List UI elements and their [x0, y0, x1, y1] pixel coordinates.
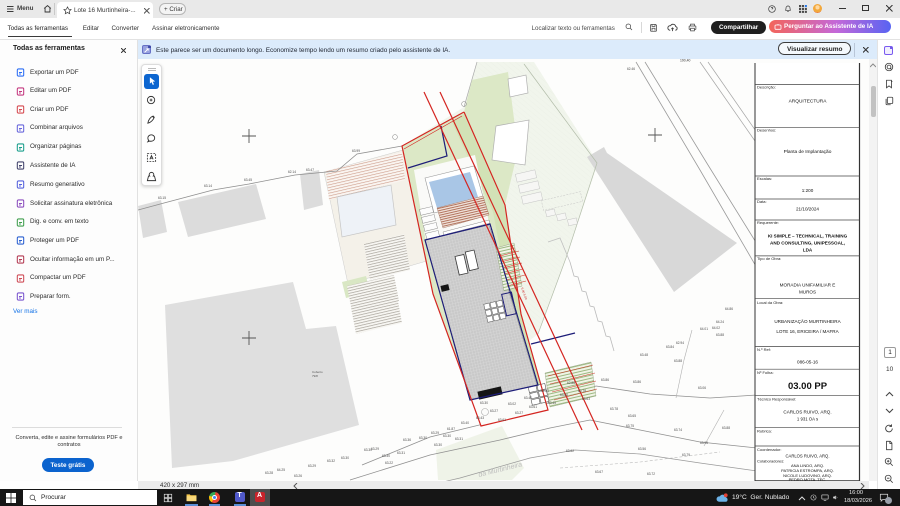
svg-text:64.01: 64.01	[700, 327, 708, 331]
svg-text:63.40: 63.40	[524, 396, 532, 400]
svg-text:63.67: 63.67	[595, 470, 603, 474]
svg-text:60.78: 60.78	[578, 389, 586, 393]
svg-text:CARLOS RUIVO, ARQ.: CARLOS RUIVO, ARQ.	[783, 410, 831, 415]
svg-text:086-05-16: 086-05-16	[797, 360, 818, 365]
svg-text:63.27: 63.27	[515, 411, 523, 415]
svg-text:63.28: 63.28	[265, 471, 273, 475]
svg-text:63.99: 63.99	[352, 149, 360, 153]
svg-text:1 931 OA s: 1 931 OA s	[797, 417, 818, 422]
svg-text:63.75: 63.75	[626, 424, 634, 428]
svg-text:63.96: 63.96	[700, 441, 708, 445]
svg-text:64.86: 64.86	[725, 307, 733, 311]
svg-text:63.61: 63.61	[529, 405, 537, 409]
svg-text:URBANIZAÇÃO MURTINHEIRA: URBANIZAÇÃO MURTINHEIRA	[774, 318, 841, 324]
svg-text:63.30: 63.30	[419, 436, 427, 440]
svg-text:AND CONSULTING, UNIPESSOAL,: AND CONSULTING, UNIPESSOAL,	[770, 241, 845, 246]
svg-text:64.02: 64.02	[712, 326, 720, 330]
svg-text:1:200: 1:200	[802, 188, 814, 193]
svg-text:Local da Obra:: Local da Obra:	[757, 300, 783, 305]
svg-text:63.30: 63.30	[341, 456, 349, 460]
svg-text:N.º Ref:: N.º Ref:	[757, 347, 771, 352]
svg-text:63.47: 63.47	[306, 168, 314, 172]
svg-text:CARLOS RUIVO, ARQ.: CARLOS RUIVO, ARQ.	[786, 454, 830, 459]
svg-text:Colaboradores:: Colaboradores:	[757, 459, 784, 464]
svg-text:63.22: 63.22	[385, 461, 393, 465]
svg-text:63.78: 63.78	[610, 407, 618, 411]
svg-text:63.40: 63.40	[461, 421, 469, 425]
svg-text:63.32: 63.32	[327, 459, 335, 463]
svg-text:63.30: 63.30	[480, 401, 488, 405]
svg-text:63.43: 63.43	[476, 416, 484, 420]
svg-text:63.29: 63.29	[431, 431, 439, 435]
svg-text:63.31: 63.31	[455, 437, 463, 441]
svg-text:62.14: 62.14	[288, 170, 296, 174]
svg-text:63.30: 63.30	[382, 454, 390, 458]
svg-text:63.02: 63.02	[508, 402, 516, 406]
svg-text:MUROS: MUROS	[799, 290, 816, 295]
svg-text:63.72: 63.72	[647, 472, 655, 476]
svg-text:63.45: 63.45	[244, 178, 252, 182]
svg-text:Rubrica:: Rubrica:	[757, 429, 772, 434]
svg-text:63.48: 63.48	[640, 353, 648, 357]
svg-text:63.74: 63.74	[674, 428, 682, 432]
svg-text:KI SIMPLE – TECHNICAL, TRAININ: KI SIMPLE – TECHNICAL, TRAINING	[768, 234, 848, 239]
svg-text:63.86: 63.86	[633, 380, 641, 384]
svg-text:63.86: 63.86	[601, 378, 609, 382]
svg-text:Coordenador:: Coordenador:	[757, 447, 781, 452]
svg-text:63.56: 63.56	[638, 447, 646, 451]
svg-text:63.60: 63.60	[560, 393, 568, 397]
svg-text:Data:: Data:	[757, 199, 767, 204]
svg-text:63.79: 63.79	[682, 453, 690, 457]
svg-text:62.82: 62.82	[541, 389, 549, 393]
svg-text:63.29: 63.29	[371, 447, 379, 451]
svg-text:Tipo de Obra:: Tipo de Obra:	[757, 256, 781, 261]
svg-text:Desenhos:: Desenhos:	[757, 128, 776, 133]
svg-text:21/10/2024: 21/10/2024	[796, 207, 819, 212]
svg-text:Planta de Implantação: Planta de Implantação	[784, 149, 832, 155]
svg-text:63.29: 63.29	[308, 464, 316, 468]
svg-text:63.61: 63.61	[498, 418, 506, 422]
svg-text:Técnico Responsável:: Técnico Responsável:	[757, 397, 796, 402]
svg-text:LOTE 16, ERICEIRA / MAFRA: LOTE 16, ERICEIRA / MAFRA	[776, 329, 839, 334]
svg-text:ARQUITECTURA: ARQUITECTURA	[789, 99, 828, 105]
svg-text:63.30: 63.30	[364, 448, 372, 452]
svg-text:63.30: 63.30	[434, 443, 442, 447]
svg-text:63.88: 63.88	[722, 426, 730, 430]
svg-text:Requerente:: Requerente:	[757, 220, 779, 225]
svg-text:63.62: 63.62	[566, 449, 574, 453]
svg-text:63.88: 63.88	[716, 333, 724, 337]
svg-text:03.00 PP: 03.00 PP	[788, 381, 828, 392]
svg-text:61.87: 61.87	[447, 427, 455, 431]
svg-text:Nº Folha:: Nº Folha:	[757, 370, 774, 375]
svg-text:63.36: 63.36	[403, 438, 411, 442]
svg-text:63.84: 63.84	[666, 345, 674, 349]
svg-text:63.65: 63.65	[628, 414, 636, 418]
svg-text:79/8: 79/8	[312, 374, 318, 378]
svg-text:LDA: LDA	[803, 248, 813, 253]
svg-text:Escalas:: Escalas:	[757, 176, 772, 181]
svg-text:190,40: 190,40	[680, 59, 690, 63]
svg-text:62.46: 62.46	[627, 67, 635, 71]
svg-text:MORADIA UNIFAMILIAR E: MORADIA UNIFAMILIAR E	[780, 283, 836, 288]
svg-text:63.63: 63.63	[582, 397, 590, 401]
svg-text:63.06: 63.06	[698, 386, 706, 390]
svg-text:64.24: 64.24	[716, 320, 724, 324]
svg-text:63.31: 63.31	[397, 451, 405, 455]
svg-text:62.88: 62.88	[567, 381, 575, 385]
svg-text:63.49: 63.49	[548, 401, 556, 405]
svg-text:64.25: 64.25	[277, 468, 285, 472]
svg-text:63.15: 63.15	[158, 196, 166, 200]
svg-text:62.94: 62.94	[676, 341, 684, 345]
svg-text:Descrição:: Descrição:	[757, 85, 776, 90]
svg-text:63.26: 63.26	[294, 474, 302, 478]
svg-text:63.27: 63.27	[490, 409, 498, 413]
svg-text:63.14: 63.14	[204, 184, 212, 188]
svg-text:63.88: 63.88	[674, 359, 682, 363]
svg-text:63.30: 63.30	[443, 434, 451, 438]
